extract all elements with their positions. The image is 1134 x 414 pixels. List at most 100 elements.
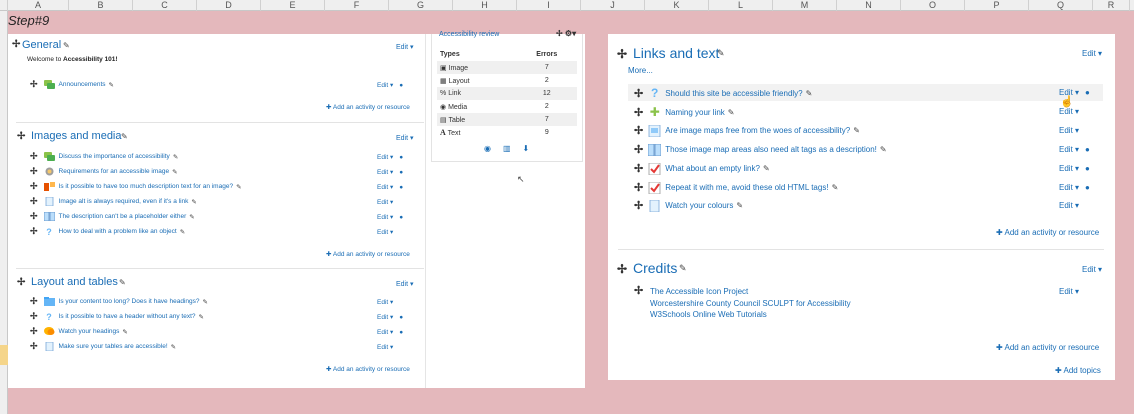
list-item[interactable]: ✢ ? Should this site be accessible frien… xyxy=(634,86,812,100)
column-header[interactable]: D xyxy=(197,0,261,11)
pencil-icon[interactable]: ✎ xyxy=(191,198,196,206)
user-icon[interactable]: ● xyxy=(399,314,403,321)
list-item[interactable]: ✢ Image alt is always required, even if … xyxy=(30,196,197,207)
activity-edit-menu[interactable]: Edit ▾ ● xyxy=(1059,164,1090,173)
pencil-icon[interactable]: ✎ xyxy=(717,48,725,59)
move-icon[interactable]: ✢ xyxy=(30,226,38,237)
activity-edit-menu[interactable]: Edit ▾ ● xyxy=(377,313,403,321)
chart-icon[interactable]: ▥ xyxy=(503,144,511,153)
user-icon[interactable]: ● xyxy=(1085,145,1090,154)
column-header[interactable]: Q xyxy=(1029,0,1093,11)
move-icon[interactable]: ✢ xyxy=(634,284,643,297)
column-header[interactable]: I xyxy=(517,0,581,11)
activity-edit-menu[interactable]: Edit ▾ ● xyxy=(377,153,403,161)
section-title-general[interactable]: General xyxy=(22,39,61,51)
move-icon[interactable]: ✢ xyxy=(634,124,643,137)
move-icon[interactable]: ✢ xyxy=(634,162,643,175)
table-row[interactable]: ▦ Layout 2 xyxy=(437,74,577,87)
column-header[interactable]: O xyxy=(901,0,965,11)
column-header[interactable]: L xyxy=(709,0,773,11)
activity-edit-menu[interactable]: Edit ▾ xyxy=(1059,201,1079,210)
list-item[interactable]: ✢ What about an empty link? ✎ xyxy=(634,162,770,175)
list-item[interactable]: ✢ Announcements ✎ xyxy=(30,79,114,90)
move-icon[interactable]: ✢ xyxy=(617,47,627,61)
more-link[interactable]: More... xyxy=(628,66,653,75)
pencil-icon[interactable]: ✎ xyxy=(736,201,743,210)
column-header[interactable]: G xyxy=(389,0,453,11)
user-icon[interactable]: ● xyxy=(399,329,403,336)
list-item[interactable]: ✢ The description can't be a placeholder… xyxy=(30,211,195,222)
pencil-icon[interactable]: ✎ xyxy=(121,132,128,141)
list-item[interactable]: ✢ Watch your headings ✎ xyxy=(30,326,128,337)
user-icon[interactable]: ● xyxy=(1085,164,1090,173)
pencil-icon[interactable]: ✎ xyxy=(728,108,735,117)
list-item[interactable]: ✢ ? Is it possible to have a header with… xyxy=(30,311,204,322)
section-title-credits[interactable]: Credits xyxy=(633,260,677,276)
move-icon[interactable]: ✢ xyxy=(30,166,38,177)
user-icon[interactable]: ● xyxy=(399,184,403,191)
activity-edit-menu[interactable]: Edit ▾ ● xyxy=(377,213,403,221)
pencil-icon[interactable]: ✎ xyxy=(63,41,70,50)
activity-link[interactable]: Watch your headings xyxy=(59,328,120,335)
add-topics-button[interactable]: ✚ Add topics xyxy=(1055,366,1101,375)
activity-edit-menu[interactable]: Edit ▾ xyxy=(377,228,393,236)
activity-link[interactable]: Is it possible to have too much descript… xyxy=(59,183,234,190)
activity-edit-menu[interactable]: Edit ▾ xyxy=(1059,107,1079,116)
list-item[interactable]: ✢ Make sure your tables are accessible! … xyxy=(30,341,176,352)
list-item[interactable]: ✢ ✚ Naming your link ✎ xyxy=(634,105,735,119)
column-header[interactable]: R xyxy=(1093,0,1130,11)
activity-link[interactable]: Announcements xyxy=(59,81,106,88)
activity-edit-menu[interactable]: Edit ▾ ● xyxy=(377,168,403,176)
move-icon[interactable]: ✢ xyxy=(634,87,643,100)
activity-edit-menu[interactable]: Edit ▾ xyxy=(377,198,393,206)
add-activity-button[interactable]: ✚ Add an activity or resource xyxy=(326,365,410,373)
list-item[interactable]: ✢ ? How to deal with a problem like an o… xyxy=(30,226,185,237)
credit-link[interactable]: The Accessible Icon Project xyxy=(650,286,851,298)
activity-link[interactable]: Discuss the importance of accessibility xyxy=(59,153,170,160)
pencil-icon[interactable]: ✎ xyxy=(173,153,178,161)
move-icon[interactable]: ✢ xyxy=(17,131,25,142)
user-icon[interactable]: ● xyxy=(1085,183,1090,192)
list-item[interactable]: ✢ Those image map areas also need alt ta… xyxy=(634,143,887,156)
pencil-icon[interactable]: ✎ xyxy=(109,81,114,89)
list-item[interactable]: ✢ Requirements for an accessible image ✎ xyxy=(30,166,178,177)
pencil-icon[interactable]: ✎ xyxy=(180,228,185,236)
add-activity-button[interactable]: ✚ Add an activity or resource xyxy=(326,103,410,111)
activity-link[interactable]: The description can't be a placeholder e… xyxy=(59,213,187,220)
section-edit-menu[interactable]: Edit ▾ xyxy=(1082,265,1102,274)
move-icon[interactable]: ✢ xyxy=(30,181,38,192)
block-controls[interactable]: ✢ ⚙▾ xyxy=(556,29,576,38)
activity-edit-menu[interactable]: Edit ▾ ● xyxy=(1059,183,1090,192)
column-header[interactable]: E xyxy=(261,0,325,11)
section-title-links[interactable]: Links and text xyxy=(633,45,719,61)
activity-link[interactable]: Are image maps free from the woes of acc… xyxy=(665,126,850,135)
move-icon[interactable]: ✢ xyxy=(30,196,38,207)
pencil-icon[interactable]: ✎ xyxy=(880,145,887,154)
pencil-icon[interactable]: ✎ xyxy=(199,313,204,321)
move-icon[interactable]: ✢ xyxy=(30,326,38,337)
pencil-icon[interactable]: ✎ xyxy=(763,164,770,173)
activity-link[interactable]: What about an empty link? xyxy=(665,164,760,173)
column-header[interactable]: K xyxy=(645,0,709,11)
activity-edit-menu[interactable]: Edit ▾ ● xyxy=(377,183,403,191)
list-item[interactable]: ✢ Is your content too long? Does it have… xyxy=(30,296,208,307)
column-header[interactable]: P xyxy=(965,0,1029,11)
activity-edit-menu[interactable]: Edit ▾ xyxy=(377,298,393,306)
pencil-icon[interactable]: ✎ xyxy=(806,89,813,98)
credit-link[interactable]: Worcestershire County Council SCULPT for… xyxy=(650,298,851,310)
eye-icon[interactable]: ◉ xyxy=(484,144,491,153)
activity-edit-menu[interactable]: Edit ▾ ● xyxy=(377,328,403,336)
move-icon[interactable]: ✢ xyxy=(634,181,643,194)
table-row[interactable]: ◉ Media 2 xyxy=(437,100,577,113)
activity-link[interactable]: Should this site be accessible friendly? xyxy=(665,89,802,98)
activity-link[interactable]: Image alt is always required, even if it… xyxy=(59,198,189,205)
column-header[interactable]: M xyxy=(773,0,837,11)
list-item[interactable]: ✢ Repeat it with me, avoid these old HTM… xyxy=(634,181,838,194)
section-edit-menu[interactable]: Edit ▾ xyxy=(396,134,414,142)
activity-edit-menu[interactable]: Edit ▾ ● xyxy=(377,81,403,89)
move-icon[interactable]: ✢ xyxy=(634,143,643,156)
column-header[interactable]: B xyxy=(69,0,133,11)
activity-link[interactable]: Those image map areas also need alt tags… xyxy=(665,145,877,154)
list-item[interactable]: ✢ Is it possible to have too much descri… xyxy=(30,181,242,192)
table-row[interactable]: % Link 12 xyxy=(437,87,577,100)
